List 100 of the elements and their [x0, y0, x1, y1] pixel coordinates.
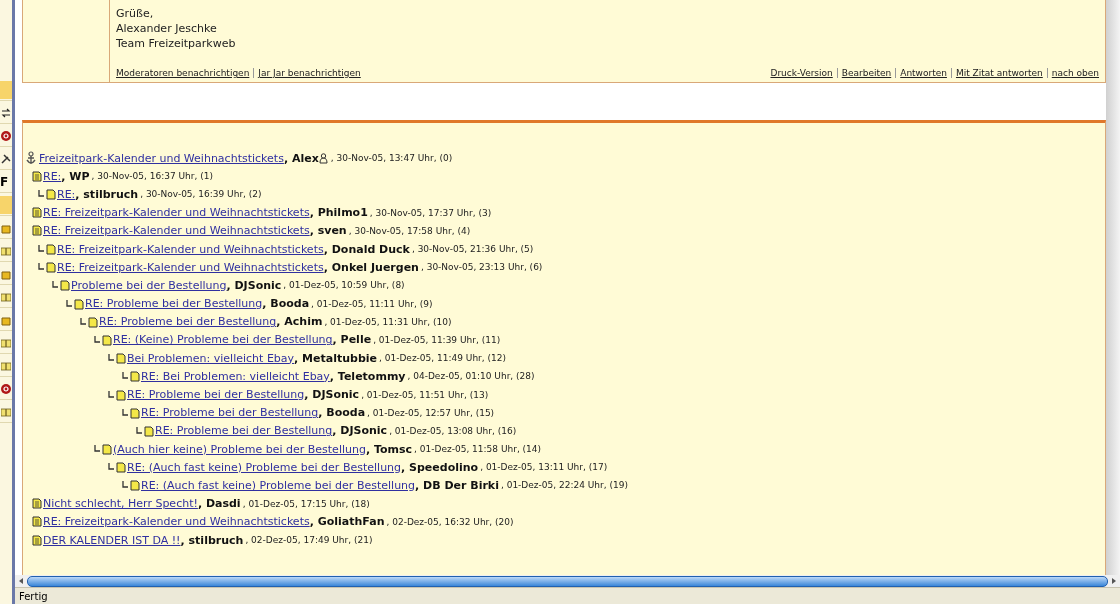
post-title-link[interactable]: RE: Freizeitpark-Kalender und Weihnachtstickets	[57, 242, 324, 256]
signature-line: Grüße,	[116, 6, 155, 21]
note-icon	[46, 188, 56, 201]
post-link[interactable]: Moderatoren benachrichtigen	[116, 68, 254, 78]
post-title-link[interactable]: Probleme bei der Bestellung	[71, 278, 227, 292]
horizontal-scrollbar[interactable]	[15, 575, 1120, 587]
help-icon	[1, 384, 11, 394]
post-author: , Speedolino	[401, 460, 479, 474]
post-title-link[interactable]: RE: (Auch fast keine) Probleme bei der Bestellung	[127, 460, 402, 474]
post-author: , Booda	[318, 406, 366, 420]
post-link[interactable]: nach oben	[1046, 68, 1099, 78]
post-date: , 30-Nov-05, 16:39 Uhr, (2)	[140, 189, 262, 200]
post-title-link[interactable]: RE: (Auch fast keine) Probleme bei der Bestellung	[141, 478, 416, 492]
post-link[interactable]: Antworten	[895, 68, 951, 78]
post-title-link[interactable]: RE: Probleme bei der Bestellung	[99, 315, 277, 329]
help-icon	[1, 131, 11, 141]
post-date: , 30-Nov-05, 23:13 Uhr, (6)	[420, 262, 543, 273]
post-title-link[interactable]: RE: Freizeitpark-Kalender und Weihnachtstickets	[57, 260, 324, 274]
book-icon	[1, 338, 11, 348]
post-title-link[interactable]: DER KALENDER IST DA !!	[43, 533, 181, 547]
book-icon	[1, 407, 11, 417]
post-author: , stilbruch	[180, 533, 244, 547]
post-title-link[interactable]: RE: Freizeitpark-Kalender und Weihnachtstickets	[43, 206, 310, 220]
document-icon	[32, 207, 42, 219]
post-author: , sven	[309, 224, 347, 238]
post-link[interactable]: Jar Jar benachrichtigen	[253, 68, 361, 78]
post-date: , 01-Dez-05, 11:39 Uhr, (11)	[373, 334, 501, 345]
post-author: , DJSonic	[332, 424, 388, 438]
post-date: , 01-Dez-05, 13:08 Uhr, (16)	[389, 425, 517, 436]
post-link[interactable]: Bearbeiten	[836, 68, 896, 78]
note-icon	[144, 424, 154, 437]
note-icon	[60, 279, 70, 292]
post-author: , DJSonic	[226, 278, 282, 292]
post-title-link[interactable]: Nicht schlecht, Herr Specht!	[43, 497, 198, 511]
post-date: , 02-Dez-05, 16:32 Uhr, (20)	[386, 516, 514, 527]
post-title-link[interactable]: RE: Freizeitpark-Kalender und Weihnachtstickets	[43, 515, 310, 529]
note-icon	[130, 479, 140, 492]
post-link[interactable]: Mit Zitat antworten	[950, 68, 1047, 78]
post-title-link[interactable]: Bei Problemen: vielleicht Ebay	[127, 351, 295, 365]
post-date: , 30-Nov-05, 17:58 Uhr, (4)	[348, 225, 471, 236]
post-author: , stilbruch	[75, 187, 139, 201]
folder-icon	[1, 314, 11, 326]
note-icon	[74, 297, 84, 310]
post-author: , Tomsc	[365, 442, 413, 456]
post-date: , 01-Dez-05, 10:59 Uhr, (8)	[283, 280, 405, 291]
toolbar-band	[0, 196, 12, 214]
post-title-link[interactable]: RE:	[57, 187, 76, 201]
post-date: , 01-Dez-05, 13:11 Uhr, (17)	[480, 462, 608, 473]
folder-icon	[1, 268, 11, 280]
note-icon	[46, 243, 56, 256]
post-date: , 01-Dez-05, 12:57 Uhr, (15)	[367, 407, 495, 418]
document-icon	[32, 498, 42, 510]
post-title-link[interactable]: RE: Probleme bei der Bestellung	[141, 406, 319, 420]
post-date: , 01-Dez-05, 11:31 Uhr, (10)	[324, 316, 452, 327]
note-icon	[116, 461, 126, 474]
post-date: , 01-Dez-05, 22:24 Uhr, (19)	[500, 480, 628, 491]
post-author: , Alex	[283, 151, 319, 165]
tools-icon	[1, 154, 11, 164]
post-title-link[interactable]: RE: Freizeitpark-Kalender und Weihnachtstickets	[43, 224, 310, 238]
note-icon	[102, 443, 112, 456]
post-title-link[interactable]: RE:	[43, 169, 62, 183]
post-date: , 30-Nov-05, 17:37 Uhr, (3)	[369, 207, 492, 218]
book-icon	[1, 361, 11, 371]
book-icon	[1, 246, 11, 256]
post-date: , 01-Dez-05, 11:11 Uhr, (9)	[311, 298, 433, 309]
post-author: , Metaltubbie	[294, 351, 377, 365]
post-author: , Donald Duck	[323, 242, 410, 256]
post-title-link[interactable]: RE: (Keine) Probleme bei der Bestellung	[113, 333, 333, 347]
post-date: , 04-Dez-05, 01:10 Uhr, (28)	[407, 371, 535, 382]
post-date: , 01-Dez-05, 11:49 Uhr, (12)	[379, 353, 507, 364]
note-icon	[88, 315, 98, 328]
post-title-link[interactable]: RE: Probleme bei der Bestellung	[155, 424, 333, 438]
folder-icon	[1, 222, 11, 234]
post-date: , 01-Dez-05, 11:58 Uhr, (14)	[414, 444, 542, 455]
post-date: , 01-Dez-05, 17:15 Uhr, (18)	[242, 498, 370, 509]
post-author: , Philmo1	[309, 206, 368, 220]
anchor-icon	[24, 151, 38, 166]
post-author: , Pelle	[332, 333, 372, 347]
post-title-link[interactable]: (Auch hier keine) Probleme bei der Bestellung	[113, 442, 366, 456]
post-date: , 02-Dez-05, 17:49 Uhr, (21)	[245, 535, 373, 546]
toolbar-band	[0, 81, 12, 99]
post-title-link[interactable]: Freizeitpark-Kalender und Weihnachtstickets	[39, 151, 284, 165]
post-title-link[interactable]: RE: Probleme bei der Bestellung	[127, 388, 305, 402]
post-author: , Dasdi	[197, 497, 241, 511]
post-date: , 01-Dez-05, 11:51 Uhr, (13)	[361, 389, 489, 400]
tree-corner-icon	[38, 190, 45, 199]
post-title-link[interactable]: RE: Probleme bei der Bestellung	[85, 297, 263, 311]
post-title-link[interactable]: RE: Bei Problemen: vielleicht Ebay	[141, 369, 330, 383]
post-date: , 30-Nov-05, 13:47 Uhr, (0)	[330, 153, 453, 164]
post-author: , Teletommy	[329, 369, 406, 383]
post-author: , DJSonic	[304, 388, 360, 402]
refresh-icon	[1, 108, 11, 118]
vertical-scrollbar[interactable]	[1106, 0, 1120, 575]
document-icon	[32, 534, 42, 546]
note-icon	[130, 370, 140, 383]
document-icon	[32, 225, 42, 237]
note-icon	[46, 261, 56, 274]
post-author: , GoliathFan	[309, 515, 385, 529]
post-author: , Achim	[276, 315, 323, 329]
post-link[interactable]: Druck-Version	[770, 68, 837, 78]
